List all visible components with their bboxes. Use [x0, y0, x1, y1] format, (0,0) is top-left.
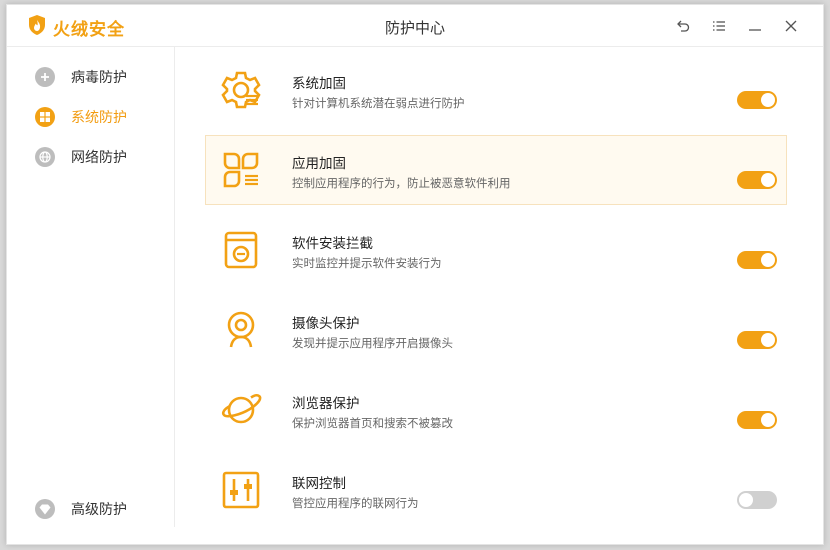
toggle-knob [761, 333, 775, 347]
protection-row-install-block[interactable]: 软件安装拦截 实时监控并提示软件安装行为 [205, 215, 787, 285]
network-control-toggle[interactable] [737, 491, 777, 509]
row-title: 应用加固 [292, 156, 346, 172]
minimize-button[interactable] [737, 16, 773, 36]
row-title: 摄像头保护 [292, 316, 360, 332]
globe-icon [35, 147, 55, 167]
sidebar-item-network-protection[interactable]: 网络防护 [35, 147, 127, 167]
plus-icon [35, 67, 55, 87]
row-desc: 控制应用程序的行为，防止被恶意软件利用 [292, 176, 511, 190]
row-desc: 实时监控并提示软件安装行为 [292, 256, 442, 270]
browser-toggle[interactable] [737, 411, 777, 429]
close-button[interactable] [773, 16, 809, 36]
install-block-icon [220, 229, 262, 271]
sidebar-item-advanced-protection[interactable]: 高级防护 [35, 499, 127, 519]
minimize-icon [749, 29, 761, 31]
toggle-knob [739, 493, 753, 507]
row-title: 软件安装拦截 [292, 236, 373, 252]
system-hardening-toggle[interactable] [737, 91, 777, 109]
menu-icon [713, 21, 725, 31]
title-bar[interactable]: 火绒安全 防护中心 [7, 5, 823, 47]
sidebar: 病毒防护 系统防护 网络防护 高级防护 [7, 47, 175, 527]
diamond-icon [35, 499, 55, 519]
undo-button[interactable] [665, 16, 701, 36]
windows-icon [35, 107, 55, 127]
sidebar-item-system-protection[interactable]: 系统防护 [35, 107, 127, 127]
protection-row-app-hardening[interactable]: 应用加固 控制应用程序的行为，防止被恶意软件利用 [205, 135, 787, 205]
row-desc: 保护浏览器首页和搜索不被篡改 [292, 416, 453, 430]
sidebar-item-label: 病毒防护 [71, 70, 127, 86]
webcam-icon [220, 309, 262, 351]
protection-row-webcam[interactable]: 摄像头保护 发现并提示应用程序开启摄像头 [205, 295, 787, 365]
row-title: 系统加固 [292, 76, 346, 92]
row-desc: 针对计算机系统潜在弱点进行防护 [292, 96, 465, 110]
install-block-toggle[interactable] [737, 251, 777, 269]
protection-row-network-control[interactable]: 联网控制 管控应用程序的联网行为 [205, 455, 787, 525]
app-grid-icon [220, 149, 262, 191]
app-window: 火绒安全 防护中心 病毒防护 系统防护 网络防护 高级防护 系统加固 针对计算机… [6, 4, 824, 545]
row-desc: 管控应用程序的联网行为 [292, 496, 419, 510]
row-title: 浏览器保护 [292, 396, 360, 412]
menu-button[interactable] [701, 16, 737, 36]
undo-icon [677, 20, 690, 32]
row-desc: 发现并提示应用程序开启摄像头 [292, 336, 453, 350]
sidebar-item-label: 高级防护 [71, 502, 127, 518]
sidebar-item-virus-protection[interactable]: 病毒防护 [35, 67, 127, 87]
toggle-knob [761, 93, 775, 107]
sidebar-item-label: 系统防护 [71, 110, 127, 126]
sliders-icon [220, 469, 262, 511]
sidebar-item-label: 网络防护 [71, 150, 127, 166]
protection-row-browser[interactable]: 浏览器保护 保护浏览器首页和搜索不被篡改 [205, 375, 787, 445]
close-icon [785, 20, 797, 32]
protection-list: 系统加固 针对计算机系统潜在弱点进行防护 应用加固 控制应用程序的行为，防止被恶… [205, 55, 787, 535]
gear-shield-icon [220, 69, 262, 111]
protection-row-system-hardening[interactable]: 系统加固 针对计算机系统潜在弱点进行防护 [205, 55, 787, 125]
toggle-knob [761, 413, 775, 427]
toggle-knob [761, 253, 775, 267]
row-title: 联网控制 [292, 476, 346, 492]
window-controls [665, 16, 809, 36]
webcam-toggle[interactable] [737, 331, 777, 349]
toggle-knob [761, 173, 775, 187]
planet-icon [220, 389, 262, 431]
app-hardening-toggle[interactable] [737, 171, 777, 189]
